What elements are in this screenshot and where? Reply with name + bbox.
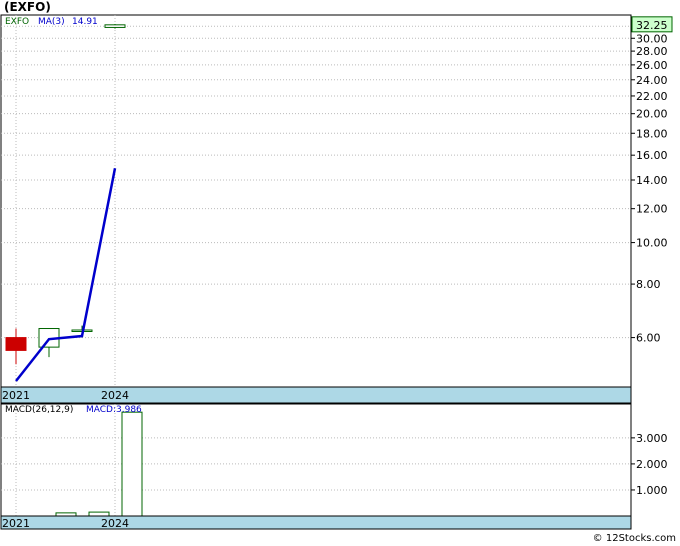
price-x-tick-label: 2024 bbox=[101, 389, 129, 402]
price-tick-label: 12.00 bbox=[636, 203, 668, 216]
price-tick-label: 30.00 bbox=[636, 32, 668, 45]
stock-chart: (EXFO) © 12Stocks.com 6.00 8.00 10.00 12.00… bbox=[0, 0, 676, 544]
macd-x-tick-label: 2024 bbox=[101, 517, 129, 530]
macd-x-axis-band bbox=[0, 515, 632, 530]
price-tick-label: 14.00 bbox=[636, 174, 668, 187]
macd-bar bbox=[88, 511, 110, 517]
macd-x-tick-label: 2021 bbox=[2, 517, 30, 530]
price-tick-label: 20.00 bbox=[636, 108, 668, 121]
macd-legend-value: MACD:3.986 bbox=[86, 405, 142, 415]
price-tick-label: 18.00 bbox=[636, 127, 668, 140]
legend-ma-label: MA(3) bbox=[38, 17, 65, 27]
price-x-tick-label: 2021 bbox=[2, 389, 30, 402]
macd-tick-label: 2.000 bbox=[636, 458, 668, 471]
price-tick-label: 6.00 bbox=[636, 332, 661, 345]
price-tick-label: 22.00 bbox=[636, 90, 668, 103]
legend-ma-value: 14.91 bbox=[72, 17, 98, 27]
macd-tick-label: 1.000 bbox=[636, 484, 668, 497]
price-tick-label: 10.00 bbox=[636, 237, 668, 250]
price-tick-label: 28.00 bbox=[636, 45, 668, 58]
macd-bar bbox=[121, 411, 143, 517]
candle-body bbox=[5, 337, 27, 351]
macd-panel-frame bbox=[0, 403, 632, 517]
last-price-label: 32.25 bbox=[636, 19, 668, 32]
price-tick-label: 8.00 bbox=[636, 278, 661, 291]
price-x-axis-band bbox=[0, 386, 632, 404]
candle-body bbox=[104, 24, 126, 28]
legend-symbol: EXFO bbox=[5, 17, 29, 27]
ma-line bbox=[15, 168, 117, 382]
price-tick-label: 26.00 bbox=[636, 59, 668, 72]
macd-tick-label: 3.000 bbox=[636, 432, 668, 445]
copyright-footer: © 12Stocks.com bbox=[593, 533, 676, 544]
price-tick-label: 16.00 bbox=[636, 149, 668, 162]
chart-stage: (EXFO) © 12Stocks.com 6.00 8.00 10.00 12.00… bbox=[0, 0, 680, 546]
macd-legend-label: MACD(26,12,9) bbox=[5, 405, 73, 415]
price-panel-frame bbox=[0, 14, 632, 388]
chart-title: (EXFO) bbox=[4, 0, 51, 14]
price-tick-label: 24.00 bbox=[636, 74, 668, 87]
